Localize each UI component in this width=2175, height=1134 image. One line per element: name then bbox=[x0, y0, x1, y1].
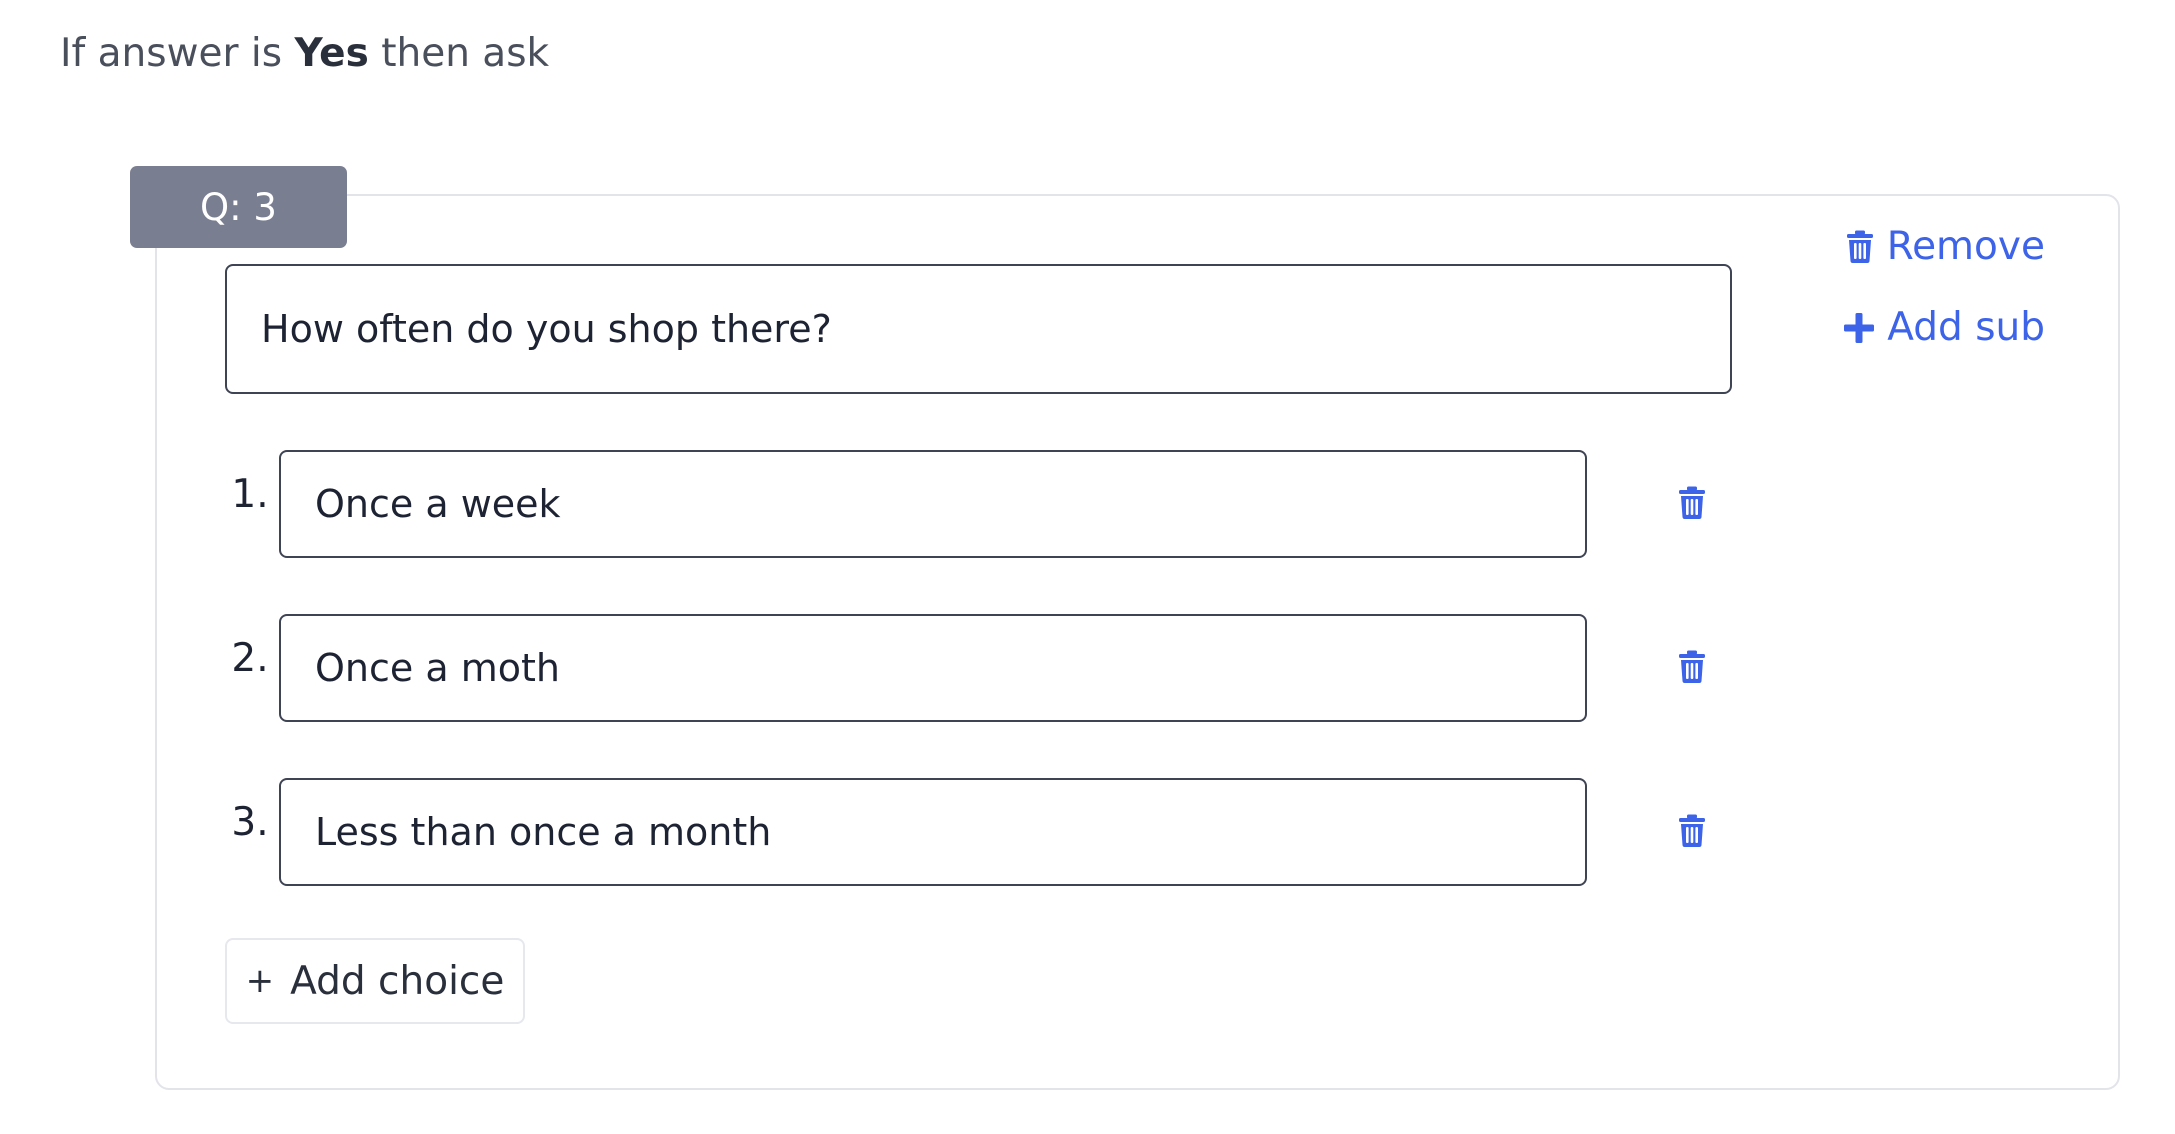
intro-answer: Yes bbox=[294, 31, 369, 76]
remove-label: Remove bbox=[1886, 224, 2045, 269]
add-choice-label: Add choice bbox=[290, 958, 505, 1004]
trash-icon bbox=[1677, 650, 1707, 688]
choice-number: 2. bbox=[231, 636, 269, 681]
add-sub-question-button[interactable]: Add sub bbox=[1843, 305, 2045, 350]
trash-icon bbox=[1677, 486, 1707, 524]
choice-number: 3. bbox=[231, 800, 269, 845]
page: If answer is Yes then ask Q: 3 Remove bbox=[0, 0, 2175, 1134]
add-choice-button[interactable]: + Add choice bbox=[225, 938, 525, 1024]
add-sub-label: Add sub bbox=[1887, 305, 2045, 350]
question-text-input[interactable] bbox=[225, 264, 1732, 394]
conditional-intro: If answer is Yes then ask bbox=[60, 28, 549, 80]
question-number-label: Q: 3 bbox=[200, 185, 277, 229]
trash-icon bbox=[1845, 230, 1875, 264]
intro-suffix: then ask bbox=[381, 31, 550, 76]
delete-choice-button[interactable] bbox=[1672, 812, 1712, 854]
plus-icon bbox=[1843, 312, 1875, 344]
choice-number: 1. bbox=[231, 472, 269, 517]
choice-input[interactable] bbox=[279, 778, 1587, 886]
plus-icon: + bbox=[245, 961, 275, 1001]
delete-choice-button[interactable] bbox=[1672, 484, 1712, 526]
remove-question-button[interactable]: Remove bbox=[1845, 224, 2045, 269]
question-number-badge: Q: 3 bbox=[130, 166, 347, 248]
choice-input[interactable] bbox=[279, 450, 1587, 558]
trash-icon bbox=[1677, 814, 1707, 852]
delete-choice-button[interactable] bbox=[1672, 648, 1712, 690]
choice-input[interactable] bbox=[279, 614, 1587, 722]
intro-prefix: If answer is bbox=[60, 31, 283, 76]
